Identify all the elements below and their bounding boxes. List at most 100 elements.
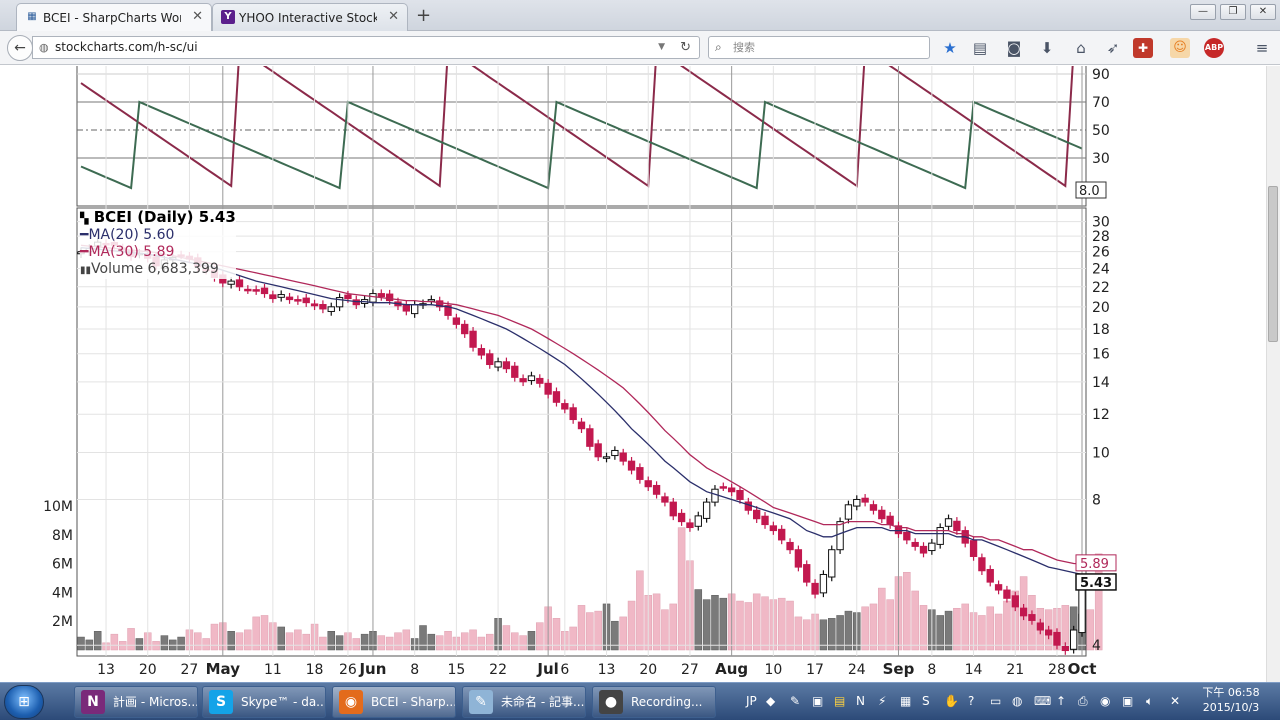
x-axis-label: 27: [181, 662, 199, 678]
x-axis-label: 20: [639, 662, 657, 678]
tray-s-icon[interactable]: S: [922, 694, 930, 708]
candle-body: [711, 488, 719, 503]
tray-app-icon[interactable]: ▣: [812, 694, 823, 708]
tab-bcei-sharpcharts[interactable]: ▦ BCEI - SharpCharts Work... ✕: [16, 3, 212, 31]
volume-tick-label: 4M: [52, 585, 73, 601]
close-window-button[interactable]: ✕: [1250, 4, 1276, 20]
candle-body: [669, 501, 677, 517]
tray-red-icon[interactable]: ◆: [766, 694, 775, 708]
tray-folder-icon[interactable]: ▦: [900, 694, 911, 708]
candle-body: [594, 443, 602, 458]
tray-printer-icon[interactable]: ⎙: [1078, 694, 1088, 709]
ma30-last-value: 5.89: [1080, 557, 1109, 572]
x-axis-label: 27: [681, 662, 699, 678]
close-tab-icon[interactable]: ✕: [388, 9, 399, 24]
tray-blue-icon[interactable]: ◉: [1100, 694, 1110, 708]
candle-body: [586, 428, 594, 447]
close-tab-icon[interactable]: ✕: [192, 9, 203, 24]
volume-bar: [469, 629, 477, 651]
x-axis-label: Sep: [883, 660, 915, 678]
start-button[interactable]: ⊞: [4, 685, 44, 719]
volume-bar: [511, 632, 519, 651]
back-button[interactable]: ←: [7, 35, 33, 61]
tray-question-icon[interactable]: ?: [968, 694, 974, 708]
candle-body: [886, 515, 894, 526]
taskbar-item-onenote[interactable]: N 計画 - Micros...: [74, 686, 198, 718]
taskbar-item-skype[interactable]: S Skype™ - da...: [202, 686, 326, 718]
taskbar-item-firefox[interactable]: ◉ BCEI - Sharp...: [332, 686, 456, 718]
maximize-button[interactable]: ❐: [1220, 4, 1246, 20]
volume-bar: [786, 600, 794, 651]
volume-bar: [694, 589, 703, 651]
candle-body: [1011, 595, 1019, 608]
candle-body: [686, 522, 694, 529]
volume-bar: [652, 593, 661, 651]
tray-display-icon[interactable]: ▭: [990, 694, 1001, 708]
reload-icon[interactable]: ↻: [680, 37, 691, 58]
taskbar-item-notepad[interactable]: ✎ 未命名 - 記事...: [462, 686, 586, 718]
tray-pen-icon[interactable]: ✎: [790, 694, 800, 708]
bookmark-star-icon[interactable]: ★: [940, 38, 960, 58]
addon-icon[interactable]: ✚: [1133, 38, 1153, 58]
tab-yhoo-interactive[interactable]: Y YHOO Interactive Stock C... ✕: [212, 3, 408, 31]
search-input[interactable]: ⌕ 搜索: [708, 36, 930, 59]
x-axis-label: 11: [264, 662, 282, 678]
candle-body: [986, 568, 994, 583]
x-axis-label: 10: [764, 662, 782, 678]
candle-body: [611, 449, 619, 457]
volume-bar: [394, 632, 402, 651]
system-clock[interactable]: 下午 06:58 2015/10/3: [1196, 685, 1266, 715]
volume-bar: [736, 600, 744, 651]
volume-bar: [944, 610, 953, 651]
tray-notes-icon[interactable]: ▤: [834, 694, 845, 708]
tray-plug-icon[interactable]: ⚡: [878, 694, 886, 708]
candle-body: [494, 361, 502, 368]
tray-arrow-icon[interactable]: ↑: [1056, 694, 1066, 708]
candle-body: [452, 317, 461, 325]
candle-body: [561, 403, 569, 410]
page-scrollbar[interactable]: [1266, 66, 1280, 682]
candle-body: [486, 353, 494, 366]
volume-bars-icon: ▮▮: [80, 265, 92, 276]
tray-onenote-icon[interactable]: N: [856, 694, 865, 708]
tray-monitor-icon[interactable]: ▣: [1122, 694, 1133, 708]
candle-body: [753, 509, 761, 520]
home-icon[interactable]: ⌂: [1071, 38, 1091, 58]
candle-body: [627, 460, 636, 471]
x-axis-label: Jun: [358, 660, 386, 678]
volume-bar: [719, 597, 728, 651]
url-bar[interactable]: ◍ stockcharts.com/h-sc/ui ▼ ↻: [32, 36, 700, 59]
candle-body: [794, 549, 803, 568]
chevron-down-icon[interactable]: ▼: [658, 37, 665, 58]
candle-body: [427, 299, 436, 302]
candle-body: [1036, 622, 1044, 631]
volume-bar: [135, 638, 144, 651]
download-icon[interactable]: ⬇: [1037, 38, 1057, 58]
ime-icon[interactable]: JP: [746, 694, 757, 708]
taskbar-item-recorder[interactable]: ● Recording...: [592, 686, 716, 718]
addon-smile-icon[interactable]: ☺: [1170, 38, 1190, 58]
tray-hand-icon[interactable]: ✋: [944, 694, 959, 708]
volume-bar: [160, 635, 169, 651]
x-axis-label: 28: [1048, 662, 1066, 678]
new-tab-button[interactable]: +: [416, 5, 431, 26]
pocket-icon[interactable]: ◙: [1004, 38, 1024, 58]
minimize-button[interactable]: —: [1190, 4, 1216, 20]
taskbar-item-label: Skype™ - da...: [241, 695, 326, 709]
chart-legend: ▚ BCEI (Daily) 5.43 ━MA(20) 5.60 ━MA(30)…: [80, 209, 236, 279]
menu-icon[interactable]: ≡: [1252, 38, 1272, 58]
candle-body: [803, 564, 811, 583]
tray-keyboard-icon[interactable]: ⌨: [1034, 694, 1051, 708]
volume-bar: [711, 595, 719, 651]
bookmarks-list-icon[interactable]: ▤: [970, 38, 990, 58]
volume-bar: [577, 605, 586, 651]
volume-bar: [335, 635, 344, 651]
share-icon[interactable]: ➶: [1103, 38, 1123, 58]
scrollbar-thumb[interactable]: [1268, 186, 1278, 342]
adblock-icon[interactable]: ABP: [1204, 38, 1224, 58]
volume-icon[interactable]: 🔈︎: [1146, 694, 1153, 709]
candle-body: [502, 361, 511, 370]
tray-globe-icon[interactable]: ◍: [1012, 694, 1022, 708]
candle-body: [577, 421, 586, 430]
network-icon[interactable]: ✕: [1170, 694, 1180, 708]
